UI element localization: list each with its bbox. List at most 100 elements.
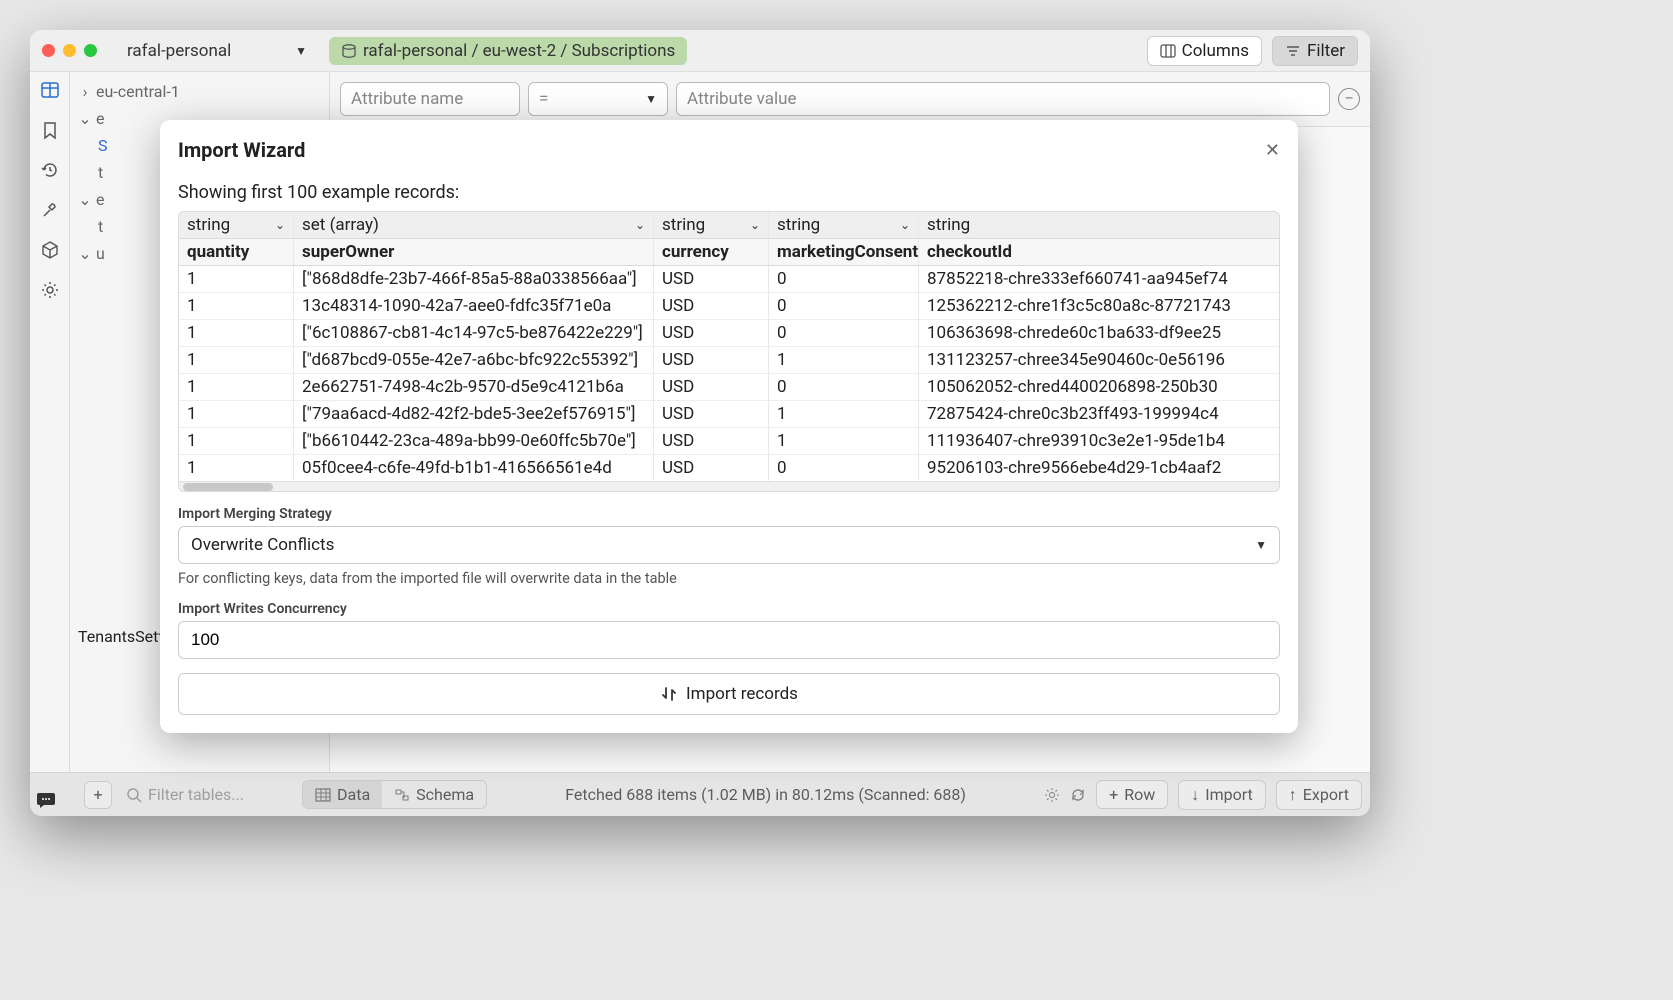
tools-icon[interactable]	[40, 200, 60, 220]
attribute-value-input[interactable]: Attribute value	[676, 82, 1330, 116]
chevron-down-icon: ▼	[1255, 538, 1267, 552]
close-modal-button[interactable]: ✕	[1265, 140, 1280, 161]
cell: 111936407-chre93910c3e2e1-95de1b4	[919, 428, 1279, 454]
table-row[interactable]: 1["6c108867-cb81-4c14-97c5-be876422e229"…	[179, 320, 1279, 347]
grid-icon	[315, 788, 331, 802]
traffic-lights	[42, 44, 97, 57]
chevron-down-icon: ⌄	[900, 218, 910, 232]
refresh-icon[interactable]	[1070, 787, 1086, 803]
region-label: e	[96, 190, 104, 209]
table-row[interactable]: 1["868d8dfe-23b7-466f-85a5-88a0338566aa"…	[179, 266, 1279, 293]
type-header[interactable]: string⌄	[769, 212, 919, 238]
filter-tables-placeholder: Filter tables...	[148, 785, 244, 804]
cell: 2e662751-7498-4c2b-9570-d5e9c4121b6a	[294, 374, 654, 400]
horizontal-scrollbar[interactable]	[179, 481, 1279, 491]
settings-icon[interactable]	[40, 280, 60, 300]
cell: 0	[769, 455, 919, 481]
chevron-down-icon: ▼	[295, 44, 307, 58]
search-icon	[126, 787, 142, 803]
cell: 1	[179, 428, 294, 454]
table-row[interactable]: 113c48314-1090-42a7-aee0-fdfc35f71e0aUSD…	[179, 293, 1279, 320]
breadcrumb[interactable]: rafal-personal / eu-west-2 / Subscriptio…	[329, 37, 687, 65]
name-header-row: quantity superOwner currency marketingCo…	[179, 239, 1279, 266]
settings-small-icon[interactable]	[1044, 787, 1060, 803]
chevron-down-icon: ⌄	[275, 218, 285, 232]
profile-name: rafal-personal	[127, 41, 231, 61]
table-icon[interactable]	[40, 80, 60, 100]
profile-selector[interactable]: rafal-personal ▼	[117, 39, 317, 63]
database-icon	[341, 44, 357, 58]
footer: + Filter tables... Data Schema Fetched 6…	[30, 772, 1370, 816]
cell: ["868d8dfe-23b7-466f-85a5-88a0338566aa"]	[294, 266, 654, 292]
export-label: Export	[1303, 785, 1349, 804]
columns-button[interactable]: Columns	[1147, 36, 1262, 66]
maximize-window-button[interactable]	[84, 44, 97, 57]
type-header[interactable]: set (array)⌄	[294, 212, 654, 238]
chevron-down-icon: ⌄	[635, 218, 645, 232]
import-button[interactable]: ↓ Import	[1178, 780, 1266, 810]
minimize-window-button[interactable]	[63, 44, 76, 57]
column-name: currency	[654, 239, 769, 265]
attribute-name-input[interactable]: Attribute name	[340, 82, 520, 116]
export-button[interactable]: ↑ Export	[1276, 780, 1362, 810]
table-row[interactable]: 1["d687bcd9-055e-42e7-a6bc-bfc922c55392"…	[179, 347, 1279, 374]
concurrency-label: Import Writes Concurrency	[178, 601, 1280, 617]
region-row[interactable]: ›eu-central-1	[70, 78, 329, 105]
table-row[interactable]: 12e662751-7498-4c2b-9570-d5e9c4121b6aUSD…	[179, 374, 1279, 401]
operator-select[interactable]: = ▼	[528, 82, 668, 116]
breadcrumb-text: rafal-personal / eu-west-2 / Subscriptio…	[363, 41, 675, 61]
region-label: e	[96, 109, 104, 128]
cell: 87852218-chre333ef660741-aa945ef74	[919, 266, 1279, 292]
schema-icon	[394, 788, 410, 802]
filter-icon	[1285, 44, 1301, 58]
cell: ["79aa6acd-4d82-42f2-bde5-3ee2ef576915"]	[294, 401, 654, 427]
chat-icon[interactable]	[30, 782, 64, 816]
add-row-button[interactable]: +Row	[1096, 780, 1168, 809]
history-icon[interactable]	[40, 160, 60, 180]
operator-value: =	[539, 89, 548, 109]
upload-icon: ↑	[1289, 785, 1297, 805]
merge-strategy-help: For conflicting keys, data from the impo…	[178, 570, 1280, 587]
type-header-row: string⌄ set (array)⌄ string⌄ string⌄ str…	[179, 212, 1279, 239]
cell: 0	[769, 374, 919, 400]
concurrency-value[interactable]	[191, 630, 1267, 650]
filter-button[interactable]: Filter	[1272, 36, 1358, 66]
cell: ["d687bcd9-055e-42e7-a6bc-bfc922c55392"]	[294, 347, 654, 373]
cell: 0	[769, 266, 919, 292]
merge-strategy-select[interactable]: Overwrite Conflicts ▼	[178, 526, 1280, 564]
import-wizard-modal: Import Wizard ✕ Showing first 100 exampl…	[160, 120, 1298, 733]
table-row[interactable]: 1["79aa6acd-4d82-42f2-bde5-3ee2ef576915"…	[179, 401, 1279, 428]
add-table-button[interactable]: +	[84, 781, 112, 809]
filter-tables-input[interactable]: Filter tables...	[122, 781, 292, 808]
import-records-button[interactable]: Import records	[178, 673, 1280, 715]
table-row[interactable]: 105f0cee4-c6fe-49fd-b1b1-416566561e4dUSD…	[179, 455, 1279, 481]
data-tab[interactable]: Data	[303, 781, 382, 808]
cell: USD	[654, 401, 769, 427]
cell: USD	[654, 293, 769, 319]
cell: 1	[179, 455, 294, 481]
data-tab-label: Data	[337, 785, 370, 804]
cell: USD	[654, 374, 769, 400]
type-header[interactable]: string⌄	[654, 212, 769, 238]
concurrency-input[interactable]	[178, 621, 1280, 659]
cell: 1	[179, 320, 294, 346]
table-row[interactable]: 1["b6610442-23ca-489a-bb99-0e60ffc5b70e"…	[179, 428, 1279, 455]
cell: ["6c108867-cb81-4c14-97c5-be876422e229"]	[294, 320, 654, 346]
merge-strategy-value: Overwrite Conflicts	[191, 535, 334, 555]
status-text: Fetched 688 items (1.02 MB) in 80.12ms (…	[565, 785, 966, 804]
schema-tab[interactable]: Schema	[382, 781, 486, 808]
close-window-button[interactable]	[42, 44, 55, 57]
import-label: Import	[1205, 785, 1253, 804]
cell: 05f0cee4-c6fe-49fd-b1b1-416566561e4d	[294, 455, 654, 481]
import-records-label: Import records	[686, 684, 798, 704]
merge-strategy-label: Import Merging Strategy	[178, 506, 1280, 522]
download-icon: ↓	[1191, 785, 1199, 805]
type-header[interactable]: string⌄	[179, 212, 294, 238]
cell: USD	[654, 320, 769, 346]
titlebar: rafal-personal ▼ rafal-personal / eu-wes…	[30, 30, 1370, 72]
column-name: superOwner	[294, 239, 654, 265]
iconbar	[30, 72, 70, 772]
remove-filter-button[interactable]: −	[1338, 88, 1360, 110]
bookmark-icon[interactable]	[40, 120, 60, 140]
cube-icon[interactable]	[40, 240, 60, 260]
